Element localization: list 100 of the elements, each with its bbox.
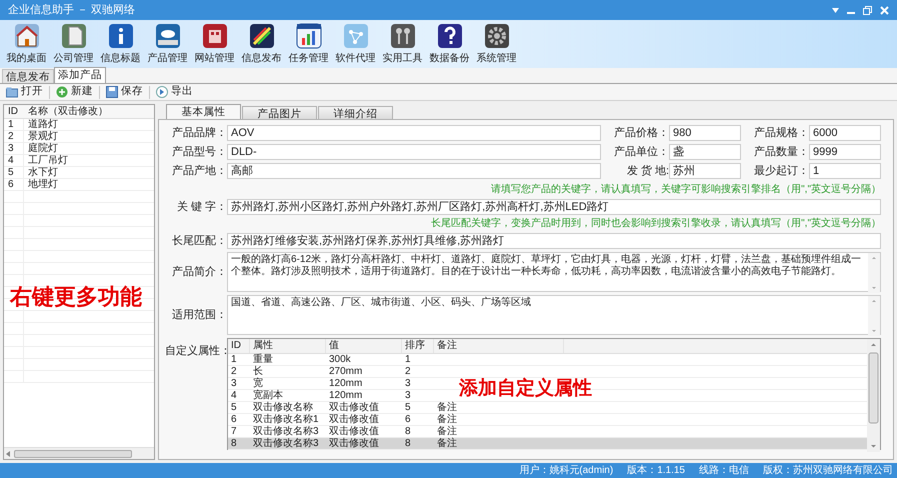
input-field[interactable]: 高邮 <box>227 163 601 179</box>
table-cell-text: 8 <box>404 426 412 437</box>
table-cell-text: 2 <box>230 366 238 377</box>
toolbar-button[interactable]: 公司管理 <box>50 22 97 68</box>
input-field[interactable]: AOV <box>227 125 601 141</box>
column-header[interactable]: ID <box>228 339 250 353</box>
close-icon[interactable] <box>880 6 889 14</box>
table-cell-text: 双击修改值 <box>328 414 380 425</box>
toolbar-button[interactable]: 系统管理 <box>473 22 520 68</box>
toolbar-button[interactable]: 数据备份 <box>426 22 473 68</box>
table-cell[interactable]: 景观灯 <box>24 131 154 142</box>
toolbar-button[interactable]: 实用工具 <box>379 22 426 68</box>
table-cell[interactable]: 道路灯 <box>24 119 154 130</box>
field-label: 最少起订： <box>753 164 809 178</box>
field-label: 产品产地： <box>171 164 227 178</box>
toolbar-button[interactable]: 软件代理 <box>332 22 379 68</box>
field-label: 产品简介： <box>171 265 227 279</box>
table-cell-text: 6 <box>230 414 238 425</box>
table-cell-text: 3 <box>230 378 238 389</box>
toolbar-button[interactable]: 保存 <box>104 84 145 100</box>
vertical-scrollbar[interactable] <box>867 339 880 452</box>
table-cell[interactable]: 水下灯 <box>24 167 154 178</box>
toolbar-button[interactable]: 我的桌面 <box>3 22 50 68</box>
table-cell-text: 宽 <box>252 378 264 389</box>
table-cell: 1 <box>4 119 24 130</box>
document-icon <box>60 22 88 50</box>
input-field[interactable]: 6000 <box>809 125 881 141</box>
table-cell: 6 <box>4 179 24 190</box>
input-field[interactable]: 1 <box>809 163 881 179</box>
table-cell: 2 <box>4 131 24 142</box>
table-cell-text: 6 <box>404 414 412 425</box>
dropdown-icon[interactable] <box>832 8 839 12</box>
keys-icon <box>388 22 416 50</box>
column-header[interactable]: 名称（双击修改） <box>24 104 154 119</box>
folder-icon <box>6 86 18 98</box>
table-cell-text: 120mm <box>328 378 364 389</box>
table-cell-text: 双击修改值 <box>328 402 380 413</box>
form-tab[interactable]: 产品图片 <box>242 106 317 119</box>
table-cell-text: 双击修改值 <box>328 438 380 449</box>
column-header[interactable]: ID <box>4 104 24 119</box>
hint-text: 请填写您产品的关键字，请认真填写，关键字可影响搜索引擎排名（用","英文逗号分隔） <box>490 184 882 196</box>
toolbar-button[interactable]: 任务管理 <box>285 22 332 68</box>
table-cell-text: 270mm <box>328 366 364 377</box>
table-cell[interactable]: 工厂吊灯 <box>24 155 154 166</box>
restore-icon[interactable] <box>863 6 872 14</box>
field-label: 产品规格： <box>753 126 809 140</box>
table-cell-text: 4 <box>230 390 238 401</box>
table-cell-text: 备注 <box>436 438 458 449</box>
column-header[interactable]: 备注 <box>434 339 564 353</box>
table-cell-text: 120mm <box>328 390 364 401</box>
toolbar-button[interactable]: 导出 <box>154 84 195 100</box>
text-area[interactable]: 一般的路灯高6-12米，路灯分高杆路灯、中杆灯、道路灯、庭院灯、草坪灯，它由灯具，电器，光源，灯杆，灯臂，法兰盘，基础预埋件组成一个整体。路灯涉及照明技术，适用于街道路灯。目的在于设计出一种长寿命，低功耗，高功率因数，电流谐波含量小的高效电子节能路灯。 <box>227 252 881 292</box>
input-field[interactable]: 9999 <box>809 144 881 160</box>
table-cell-text: 备注 <box>436 426 458 437</box>
field-label: 产品价格： <box>613 126 669 140</box>
table-cell-text: 双击修改名称1 <box>252 414 320 425</box>
table-cell-text: 双击修改名称 <box>252 402 314 413</box>
annotation-text: 右键更多功能 <box>10 283 142 311</box>
gear-icon <box>482 22 510 50</box>
vertical-scrollbar[interactable] <box>868 253 880 293</box>
house-icon <box>12 22 40 50</box>
table-cell-text: 2 <box>404 366 412 377</box>
table-cell-text: 重量 <box>252 354 274 365</box>
toolbar-button[interactable]: 信息标题 <box>97 22 144 68</box>
field-label: 关 键 字： <box>176 200 227 214</box>
scroll-left-icon[interactable] <box>6 450 10 456</box>
column-header[interactable]: 值 <box>326 339 402 353</box>
input-field[interactable]: 苏州路灯,苏州小区路灯,苏州户外路灯,苏州厂区路灯,苏州高杆灯,苏州LED路灯 <box>227 199 881 215</box>
input-field[interactable]: 980 <box>669 125 741 141</box>
hint-text: 长尾匹配关键字，变换产品时用到，同时也会影响到搜索引擎收录，请认真填写（用","英文逗号分隔） <box>430 218 882 230</box>
toolbar-button[interactable]: 新建 <box>54 84 95 100</box>
input-field[interactable]: 苏州路灯维修安装,苏州路灯保养,苏州灯具维修,苏州路灯 <box>227 233 881 249</box>
horizontal-scrollbar[interactable] <box>4 447 154 459</box>
column-header[interactable]: 属性 <box>250 339 326 353</box>
document-tab[interactable]: 添加产品 <box>54 67 106 83</box>
form-tab[interactable]: 详细介绍 <box>318 106 393 119</box>
input-field[interactable]: DLD- <box>227 144 601 160</box>
table-cell[interactable]: 地埋灯 <box>24 179 154 190</box>
input-field[interactable]: 盏 <box>669 144 741 160</box>
table-cell-text: 双击修改值 <box>328 426 380 437</box>
vertical-scrollbar[interactable] <box>868 296 880 336</box>
toolbar-button[interactable]: 网站管理 <box>191 22 238 68</box>
form-tab[interactable]: 基本属性 <box>166 104 241 119</box>
status-text: 版权：苏州双驰网络有限公司 <box>763 464 893 478</box>
table-cell-text: 5 <box>404 402 412 413</box>
toolbar-button[interactable]: 产品管理 <box>144 22 191 68</box>
column-header[interactable]: 排序 <box>402 339 434 353</box>
text-area[interactable]: 国道、省道、高速公路、厂区、城市街道、小区、码头、广场等区域 <box>227 295 881 335</box>
toolbar-button[interactable]: 信息发布 <box>238 22 285 68</box>
status-text: 用户：姚科元(admin) <box>519 464 614 478</box>
table-cell-text: 双击修改名称3 <box>252 426 320 437</box>
document-tab[interactable]: 信息发布 <box>2 69 54 83</box>
toolbar-button[interactable]: 打开 <box>4 84 45 100</box>
input-field[interactable]: 苏州 <box>669 163 741 179</box>
window-title: 企业信息助手 － 双驰网络 <box>8 2 136 18</box>
field-label: 产品数量： <box>753 145 809 159</box>
table-cell-text: 7 <box>230 426 238 437</box>
table-cell[interactable]: 庭院灯 <box>24 143 154 154</box>
status-text: 版本：1.1.15 <box>627 464 685 478</box>
table-cell-text: 长 <box>252 366 264 377</box>
